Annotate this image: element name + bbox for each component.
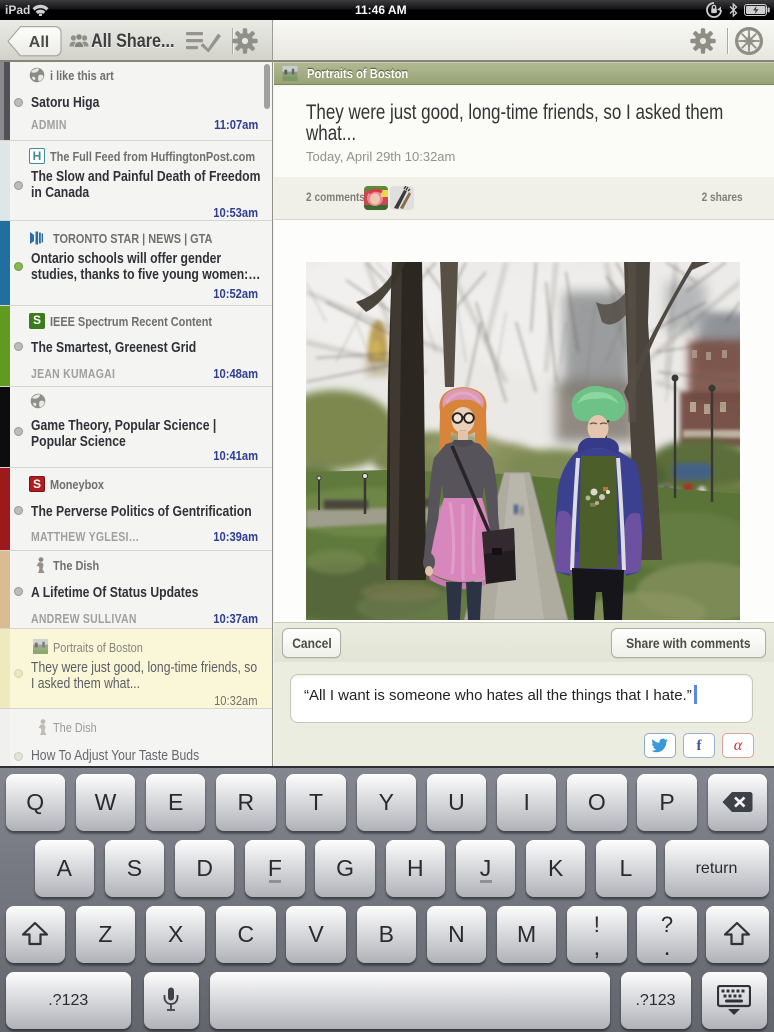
svg-text:All: All bbox=[29, 34, 49, 51]
